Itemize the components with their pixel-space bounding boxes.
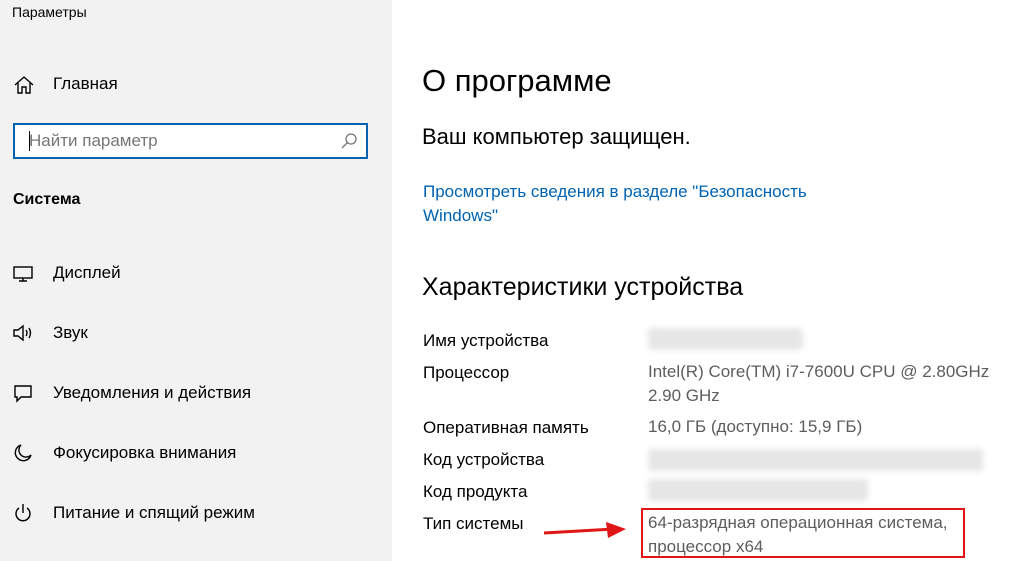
moon-icon: [12, 442, 34, 464]
sidebar: Параметры Главная Система Дисплей: [0, 0, 392, 561]
sidebar-item-focus-assist[interactable]: Фокусировка внимания: [0, 432, 392, 476]
speaker-icon: [12, 322, 34, 344]
sidebar-item-home[interactable]: Главная: [0, 64, 392, 104]
device-id-label: Код устройства: [423, 450, 545, 469]
security-details-link[interactable]: Просмотреть сведения в разделе "Безопасн…: [423, 180, 843, 228]
sidebar-item-label: Фокусировка внимания: [53, 443, 237, 462]
device-name-label: Имя устройства: [423, 331, 549, 350]
product-id-value-redacted: [648, 479, 868, 501]
sidebar-item-power-sleep[interactable]: Питание и спящий режим: [0, 492, 392, 536]
notification-icon: [12, 382, 34, 404]
protection-status: Ваш компьютер защищен.: [422, 124, 691, 149]
main-content: О программе Ваш компьютер защищен. Просм…: [392, 0, 1011, 561]
sidebar-item-sound[interactable]: Звук: [0, 312, 392, 356]
processor-label: Процессор: [423, 363, 510, 382]
sidebar-item-label: Дисплей: [53, 263, 121, 282]
processor-value: Intel(R) Core(TM) i7-7600U CPU @ 2.80GHz…: [648, 362, 990, 405]
display-icon: [12, 262, 34, 284]
device-specs-title: Характеристики устройства: [422, 273, 744, 301]
device-id-value-redacted: [648, 449, 983, 471]
sidebar-item-notifications[interactable]: Уведомления и действия: [0, 372, 392, 416]
sidebar-item-label: Звук: [53, 323, 88, 342]
sidebar-item-label: Главная: [53, 74, 118, 93]
annotation-arrow-icon: [543, 522, 626, 538]
ram-value: 16,0 ГБ (доступно: 15,9 ГБ): [648, 417, 863, 436]
device-name-value-redacted: [648, 328, 803, 350]
product-id-label: Код продукта: [423, 482, 528, 501]
sidebar-item-label: Уведомления и действия: [53, 383, 252, 402]
search-input[interactable]: [15, 125, 335, 157]
sidebar-item-label: Питание и спящий режим: [53, 503, 255, 522]
ram-label: Оперативная память: [423, 418, 589, 437]
section-title: Система: [13, 191, 81, 208]
system-type-label: Тип системы: [423, 514, 524, 533]
power-icon: [12, 502, 34, 524]
text-caret: [29, 131, 30, 151]
search-icon[interactable]: [340, 132, 358, 150]
annotation-highlight-box: [641, 508, 965, 558]
search-box[interactable]: [13, 123, 368, 159]
window-title: Параметры: [12, 4, 87, 20]
home-icon: [13, 74, 35, 96]
page-title: О программе: [422, 63, 612, 98]
sidebar-item-display[interactable]: Дисплей: [0, 252, 392, 296]
